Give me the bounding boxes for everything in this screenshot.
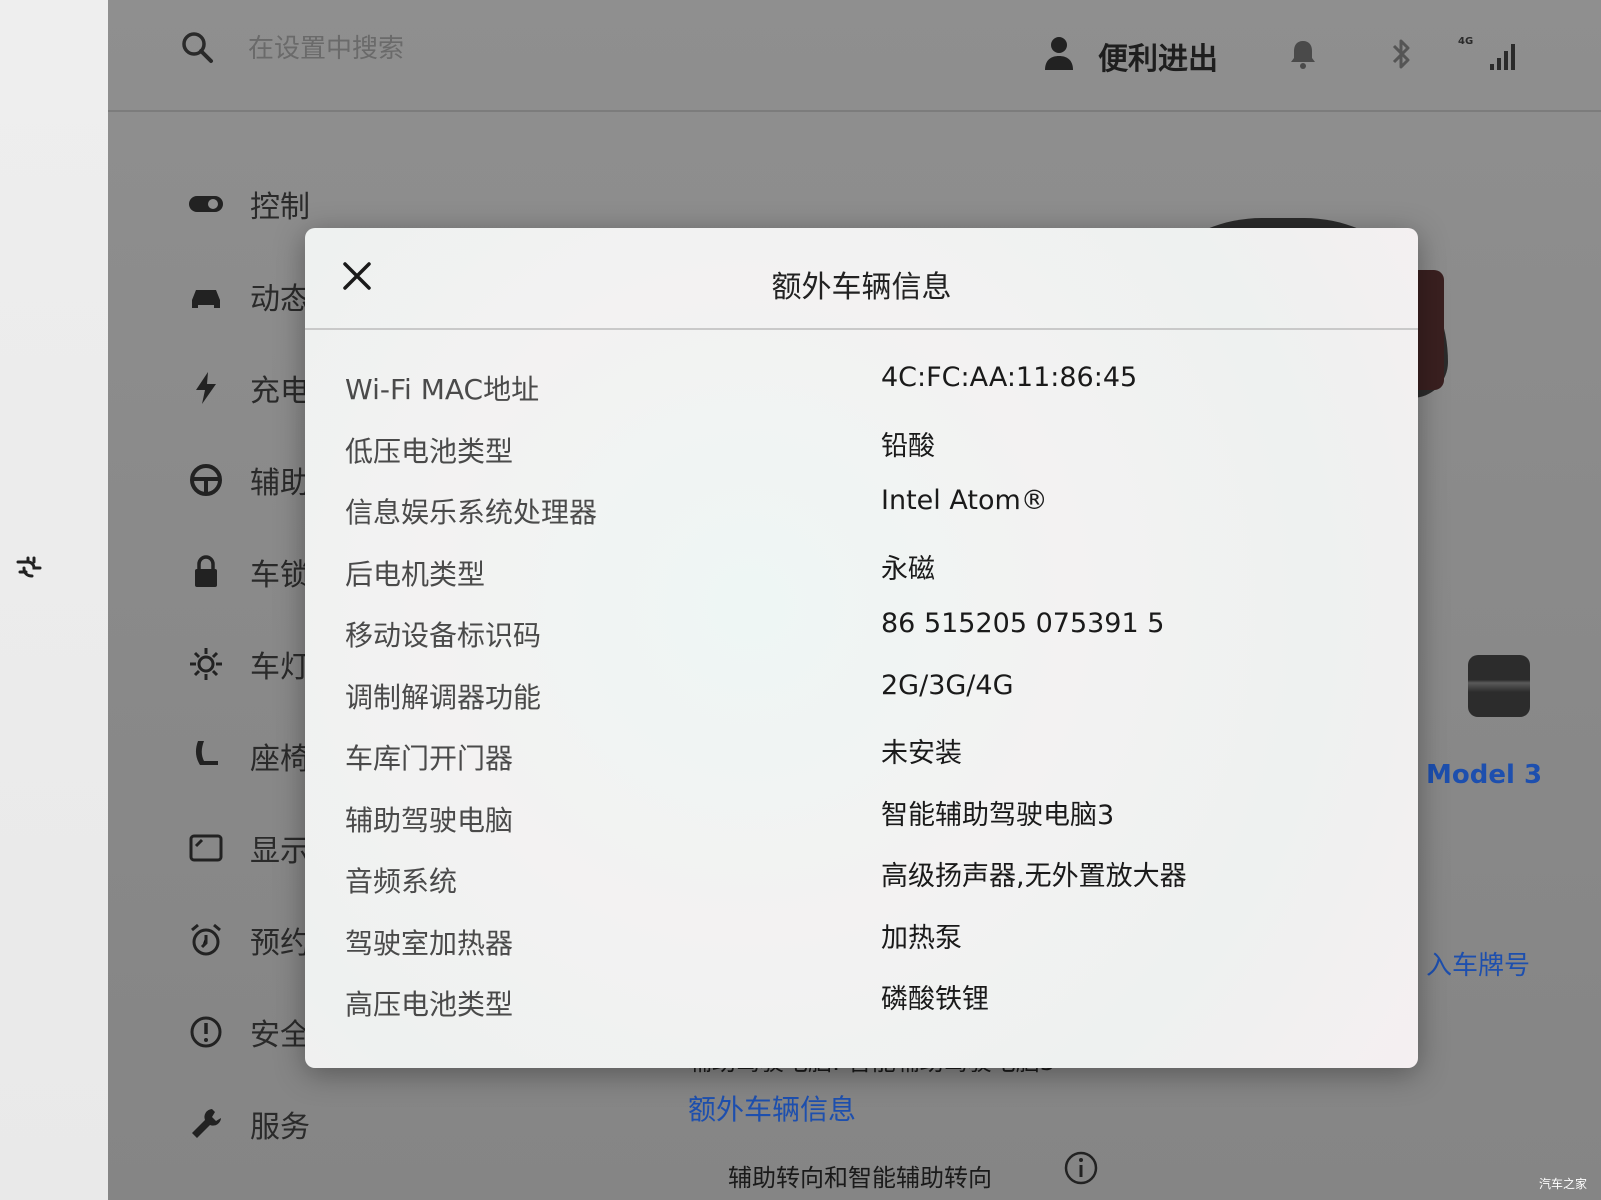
info-value: 高级扬声器,无外置放大器 <box>881 861 1187 892</box>
sidebar-item-label: 辅助 <box>250 466 310 501</box>
sidebar-item-label: 显示 <box>250 834 310 869</box>
display-icon <box>189 834 223 862</box>
sidebar-item-label: 动态 <box>250 282 310 317</box>
car-icon <box>192 290 220 308</box>
info-value: 加热泵 <box>881 922 962 954</box>
info-value: 智能辅助驾驶电脑3 <box>881 799 1115 831</box>
model-name: Model 3 <box>1426 760 1543 790</box>
info-label: 低压电池类型 <box>345 434 514 468</box>
sidebar-item-label: 控制 <box>250 190 310 225</box>
left-rail <box>0 0 110 1200</box>
sidebar-item-label: 预约 <box>250 926 310 961</box>
info-row-audio: 音频系统 高级扬声器,无外置放大器 <box>345 860 1385 922</box>
info-label: 后电机类型 <box>345 557 486 591</box>
lightning-icon <box>196 372 216 404</box>
info-label: 信息娱乐系统处理器 <box>345 496 598 529</box>
additional-vehicle-info-dialog: 额外车辆信息 Wi-Fi MAC地址 4C:FC:AA:11:86:45 低压电… <box>305 228 1418 1068</box>
dialog-title: 额外车辆信息 <box>771 270 952 305</box>
info-label: 辅助驾驶电脑 <box>345 803 514 837</box>
cellular-signal: 4G <box>1458 36 1518 72</box>
info-row-rear-motor: 后电机类型 永磁 <box>345 553 1385 615</box>
charge-plug-icon[interactable] <box>10 548 46 584</box>
sidebar-item-label: 座椅 <box>250 742 310 777</box>
sidebar-item-label: 充电 <box>250 374 310 409</box>
steering-assist-text: 辅助转向和智能辅助转向 <box>728 1164 992 1192</box>
info-label: 高压电池类型 <box>345 988 514 1021</box>
search-icon <box>182 32 213 63</box>
bell-icon[interactable] <box>1288 38 1318 70</box>
license-plate-link[interactable]: 入车牌号 <box>1426 945 1530 982</box>
alarm-icon <box>191 923 221 956</box>
alert-icon <box>190 1016 222 1048</box>
watermark: 汽车之家 <box>1538 1177 1587 1191</box>
sun-icon <box>190 648 222 680</box>
info-row-lv-battery: 低压电池类型 铅酸 <box>345 430 1385 492</box>
profile-label[interactable]: 便利进出 <box>1098 34 1218 78</box>
info-label: Wi-Fi MAC地址 <box>345 373 540 406</box>
sidebar-item-label: 车灯 <box>250 650 310 685</box>
lock-icon <box>195 555 217 587</box>
info-label: 移动设备标识码 <box>345 619 542 652</box>
info-label: 车库门开门器 <box>345 742 514 775</box>
seat-icon <box>195 741 218 765</box>
sidebar-item-label: 车锁 <box>250 558 310 593</box>
info-label: 驾驶室加热器 <box>345 926 514 960</box>
info-row-autopilot-computer: 辅助驾驶电脑 智能辅助驾驶电脑3 <box>345 799 1385 861</box>
sidebar-item-service[interactable]: 服务 <box>188 1094 428 1154</box>
info-value: 86 515205 075391 5 <box>881 608 1165 639</box>
info-row-wifi-mac: Wi-Fi MAC地址 4C:FC:AA:11:86:45 <box>345 362 1385 430</box>
search-input[interactable] <box>248 28 548 70</box>
vehicle-info-list: Wi-Fi MAC地址 4C:FC:AA:11:86:45 低压电池类型 铅酸 … <box>345 362 1385 1045</box>
info-row-garage-door: 车库门开门器 未安装 <box>345 737 1385 799</box>
network-type-label: 4G <box>1458 36 1474 47</box>
info-value: 铅酸 <box>881 430 935 462</box>
info-icon[interactable] <box>1063 1150 1099 1186</box>
toggle-icon <box>189 196 223 212</box>
info-row-hv-battery: 高压电池类型 磷酸铁锂 <box>345 983 1385 1045</box>
info-value: 永磁 <box>881 553 935 585</box>
sidebar-item-label: 安全 <box>250 1018 310 1053</box>
dialog-header: 额外车辆信息 <box>305 228 1418 330</box>
info-value: 未安装 <box>881 738 962 769</box>
info-value: 磷酸铁锂 <box>881 984 989 1015</box>
vehicle-thumbnail[interactable] <box>1468 655 1530 717</box>
info-row-cabin-heater: 驾驶室加热器 加热泵 <box>345 922 1385 984</box>
wrench-icon <box>192 1109 221 1138</box>
sidebar-item-label: 服务 <box>250 1110 310 1145</box>
info-value: 4C:FC:AA:11:86:45 <box>881 362 1138 393</box>
info-value: Intel Atom® <box>881 485 1048 516</box>
bluetooth-icon[interactable] <box>1388 36 1416 72</box>
top-bar: 便利进出 4G <box>108 0 1601 112</box>
info-label: 调制解调器功能 <box>345 680 542 714</box>
sidebar-item-controls[interactable]: 控制 <box>188 174 428 234</box>
info-row-processor: 信息娱乐系统处理器 Intel Atom® <box>345 485 1385 553</box>
info-value: 2G/3G/4G <box>881 669 1014 701</box>
steering-wheel-icon <box>190 464 222 496</box>
additional-vehicle-info-link[interactable]: 额外车辆信息 <box>688 1088 856 1128</box>
info-row-modem: 调制解调器功能 2G/3G/4G <box>345 670 1385 738</box>
info-label: 音频系统 <box>345 865 458 898</box>
info-row-imei: 移动设备标识码 86 515205 075391 5 <box>345 608 1385 676</box>
user-icon[interactable] <box>1044 36 1074 70</box>
